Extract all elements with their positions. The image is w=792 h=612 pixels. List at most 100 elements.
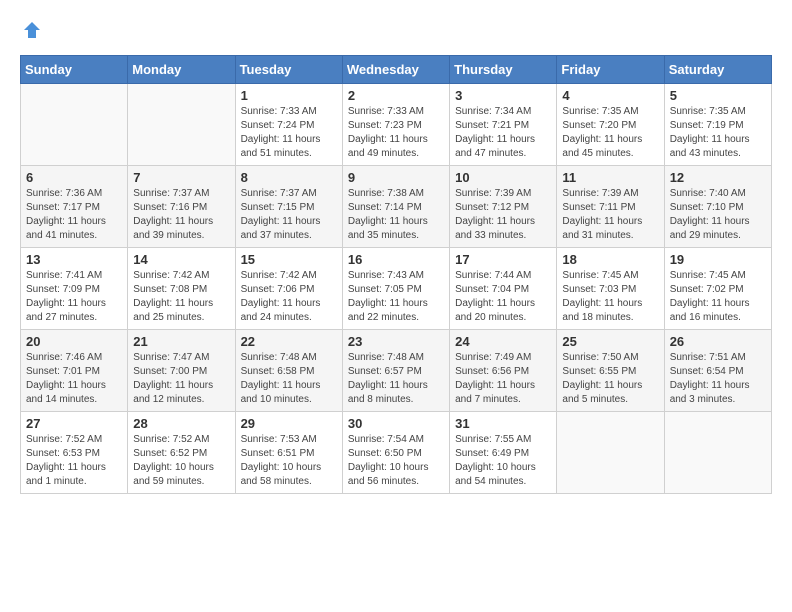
weekday-header-tuesday: Tuesday	[235, 56, 342, 84]
calendar-cell: 5Sunrise: 7:35 AMSunset: 7:19 PMDaylight…	[664, 84, 771, 166]
calendar-cell: 19 Sunrise: 7:45 AMSunset: 7:02 PMDayligh…	[664, 248, 771, 330]
day-number: 29	[241, 416, 337, 431]
day-number: 31	[455, 416, 551, 431]
calendar-week-2: 6 Sunrise: 7:36 AMSunset: 7:17 PMDaylight…	[21, 166, 772, 248]
calendar-header-row: SundayMondayTuesdayWednesdayThursdayFrid…	[21, 56, 772, 84]
calendar-cell: 15 Sunrise: 7:42 AMSunset: 7:06 PMDayligh…	[235, 248, 342, 330]
day-info: Sunrise: 7:33 AMSunset: 7:24 PMDaylight:…	[241, 105, 337, 161]
day-number: 9	[348, 170, 444, 185]
day-info: Sunrise: 7:55 AMSunset: 6:49 PMDaylight:…	[455, 433, 551, 489]
calendar-cell: 14 Sunrise: 7:42 AMSunset: 7:08 PMDayligh…	[128, 248, 235, 330]
day-number: 28	[133, 416, 229, 431]
day-number: 6	[26, 170, 122, 185]
day-number: 14	[133, 252, 229, 267]
logo-text	[20, 20, 42, 45]
day-info: Sunrise: 7:42 AMSunset: 7:06 PMDaylight:…	[241, 269, 337, 325]
calendar-week-1: 1 Sunrise: 7:33 AMSunset: 7:24 PMDaylight…	[21, 84, 772, 166]
calendar-cell: 9 Sunrise: 7:38 AMSunset: 7:14 PMDaylight…	[342, 166, 449, 248]
day-number: 24	[455, 334, 551, 349]
day-info: Sunrise: 7:34 AMSunset: 7:21 PMDaylight:…	[455, 105, 551, 161]
weekday-header-wednesday: Wednesday	[342, 56, 449, 84]
calendar-cell: 13Sunrise: 7:41 AMSunset: 7:09 PMDayligh…	[21, 248, 128, 330]
calendar-cell: 16 Sunrise: 7:43 AMSunset: 7:05 PMDayligh…	[342, 248, 449, 330]
day-info: Sunrise: 7:40 AMSunset: 7:10 PMDaylight:…	[670, 187, 766, 243]
calendar-table: SundayMondayTuesdayWednesdayThursdayFrid…	[20, 55, 772, 494]
day-number: 23	[348, 334, 444, 349]
calendar-cell: 25 Sunrise: 7:50 AMSunset: 6:55 PMDayligh…	[557, 330, 664, 412]
day-info: Sunrise: 7:36 AMSunset: 7:17 PMDaylight:…	[26, 187, 122, 243]
calendar-cell: 10 Sunrise: 7:39 AMSunset: 7:12 PMDayligh…	[450, 166, 557, 248]
day-number: 15	[241, 252, 337, 267]
calendar-cell	[128, 84, 235, 166]
day-number: 16	[348, 252, 444, 267]
calendar-week-5: 27 Sunrise: 7:52 AMSunset: 6:53 PMDayligh…	[21, 412, 772, 494]
logo	[20, 20, 42, 45]
calendar-cell: 28 Sunrise: 7:52 AMSunset: 6:52 PMDayligh…	[128, 412, 235, 494]
day-info: Sunrise: 7:39 AMSunset: 7:11 PMDaylight:…	[562, 187, 658, 243]
day-info: Sunrise: 7:52 AMSunset: 6:52 PMDaylight:…	[133, 433, 229, 489]
day-info: Sunrise: 7:43 AMSunset: 7:05 PMDaylight:…	[348, 269, 444, 325]
calendar-cell: 22Sunrise: 7:48 AMSunset: 6:58 PMDayligh…	[235, 330, 342, 412]
weekday-header-thursday: Thursday	[450, 56, 557, 84]
calendar-cell	[557, 412, 664, 494]
day-number: 30	[348, 416, 444, 431]
calendar-cell: 17 Sunrise: 7:44 AMSunset: 7:04 PMDayligh…	[450, 248, 557, 330]
day-info: Sunrise: 7:47 AMSunset: 7:00 PMDaylight:…	[133, 351, 229, 407]
day-info: Sunrise: 7:42 AMSunset: 7:08 PMDaylight:…	[133, 269, 229, 325]
calendar-cell: 11 Sunrise: 7:39 AMSunset: 7:11 PMDayligh…	[557, 166, 664, 248]
calendar-cell: 2 Sunrise: 7:33 AMSunset: 7:23 PMDaylight…	[342, 84, 449, 166]
day-info: Sunrise: 7:45 AMSunset: 7:02 PMDaylight:…	[670, 269, 766, 325]
day-number: 26	[670, 334, 766, 349]
day-number: 3	[455, 88, 551, 103]
calendar-cell: 21 Sunrise: 7:47 AMSunset: 7:00 PMDayligh…	[128, 330, 235, 412]
day-number: 11	[562, 170, 658, 185]
calendar-cell: 3 Sunrise: 7:34 AMSunset: 7:21 PMDaylight…	[450, 84, 557, 166]
day-info: Sunrise: 7:35 AMSunset: 7:19 PMDaylight:…	[670, 105, 766, 161]
calendar-cell: 4Sunrise: 7:35 AMSunset: 7:20 PMDaylight…	[557, 84, 664, 166]
day-number: 12	[670, 170, 766, 185]
day-number: 25	[562, 334, 658, 349]
day-info: Sunrise: 7:45 AMSunset: 7:03 PMDaylight:…	[562, 269, 658, 325]
calendar-cell: 8 Sunrise: 7:37 AMSunset: 7:15 PMDaylight…	[235, 166, 342, 248]
day-number: 1	[241, 88, 337, 103]
day-number: 20	[26, 334, 122, 349]
day-number: 27	[26, 416, 122, 431]
calendar-cell: 18 Sunrise: 7:45 AMSunset: 7:03 PMDayligh…	[557, 248, 664, 330]
day-info: Sunrise: 7:46 AMSunset: 7:01 PMDaylight:…	[26, 351, 122, 407]
day-info: Sunrise: 7:37 AMSunset: 7:16 PMDaylight:…	[133, 187, 229, 243]
day-number: 17	[455, 252, 551, 267]
day-info: Sunrise: 7:33 AMSunset: 7:23 PMDaylight:…	[348, 105, 444, 161]
calendar-cell: 20 Sunrise: 7:46 AMSunset: 7:01 PMDayligh…	[21, 330, 128, 412]
day-number: 18	[562, 252, 658, 267]
calendar-cell	[664, 412, 771, 494]
day-info: Sunrise: 7:44 AMSunset: 7:04 PMDaylight:…	[455, 269, 551, 325]
day-info: Sunrise: 7:53 AMSunset: 6:51 PMDaylight:…	[241, 433, 337, 489]
page-header	[10, 10, 782, 50]
calendar-week-3: 13Sunrise: 7:41 AMSunset: 7:09 PMDayligh…	[21, 248, 772, 330]
weekday-header-friday: Friday	[557, 56, 664, 84]
day-info: Sunrise: 7:39 AMSunset: 7:12 PMDaylight:…	[455, 187, 551, 243]
calendar-cell: 12 Sunrise: 7:40 AMSunset: 7:10 PMDayligh…	[664, 166, 771, 248]
logo-icon	[22, 20, 42, 40]
day-number: 4	[562, 88, 658, 103]
day-info: Sunrise: 7:37 AMSunset: 7:15 PMDaylight:…	[241, 187, 337, 243]
day-info: Sunrise: 7:50 AMSunset: 6:55 PMDaylight:…	[562, 351, 658, 407]
day-info: Sunrise: 7:41 AMSunset: 7:09 PMDaylight:…	[26, 269, 122, 325]
calendar-cell: 7 Sunrise: 7:37 AMSunset: 7:16 PMDaylight…	[128, 166, 235, 248]
calendar-cell: 23Sunrise: 7:48 AMSunset: 6:57 PMDayligh…	[342, 330, 449, 412]
calendar-cell: 26 Sunrise: 7:51 AMSunset: 6:54 PMDayligh…	[664, 330, 771, 412]
day-info: Sunrise: 7:51 AMSunset: 6:54 PMDaylight:…	[670, 351, 766, 407]
calendar-cell: 29 Sunrise: 7:53 AMSunset: 6:51 PMDayligh…	[235, 412, 342, 494]
day-number: 19	[670, 252, 766, 267]
day-number: 8	[241, 170, 337, 185]
day-number: 21	[133, 334, 229, 349]
day-number: 2	[348, 88, 444, 103]
calendar-cell	[21, 84, 128, 166]
day-info: Sunrise: 7:52 AMSunset: 6:53 PMDaylight:…	[26, 433, 122, 489]
calendar-cell: 1 Sunrise: 7:33 AMSunset: 7:24 PMDaylight…	[235, 84, 342, 166]
day-info: Sunrise: 7:38 AMSunset: 7:14 PMDaylight:…	[348, 187, 444, 243]
day-number: 22	[241, 334, 337, 349]
day-number: 10	[455, 170, 551, 185]
day-number: 7	[133, 170, 229, 185]
calendar-cell: 27 Sunrise: 7:52 AMSunset: 6:53 PMDayligh…	[21, 412, 128, 494]
